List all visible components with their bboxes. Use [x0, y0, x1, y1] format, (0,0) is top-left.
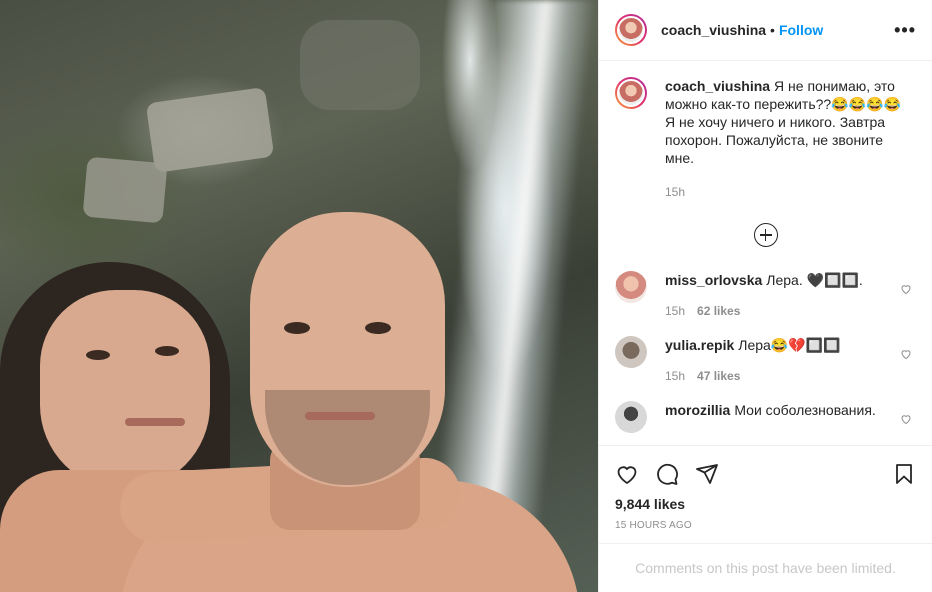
comment-text: Лера😂💔🔲🔲 — [738, 337, 841, 353]
comment-username[interactable]: morozillia — [665, 402, 730, 418]
comment-text: Мои соболезнования. — [734, 402, 876, 418]
caption: coach_viushina Я не понимаю, это можно ка… — [615, 77, 916, 201]
like-comment-icon[interactable] — [900, 413, 912, 425]
comment-time[interactable]: 15h — [665, 369, 685, 383]
more-options-icon[interactable]: ••• — [894, 20, 916, 41]
share-icon[interactable] — [695, 462, 719, 486]
post-photo[interactable] — [0, 0, 598, 592]
rock — [82, 156, 168, 224]
comment: miss_orlovska Лера. 🖤🔲🔲. 15h 62 likes — [615, 271, 916, 320]
separator-dot: • — [770, 22, 775, 38]
load-more — [615, 223, 916, 247]
like-comment-icon[interactable] — [900, 348, 912, 360]
comment-text: Лера. 🖤🔲🔲. — [766, 272, 863, 288]
comment-meta: 15h 62 likes — [665, 302, 895, 320]
caption-username[interactable]: coach_viushina — [665, 78, 770, 94]
load-more-comments-icon[interactable] — [753, 223, 778, 247]
comment-likes[interactable]: 62 likes — [697, 304, 740, 318]
avatar[interactable] — [615, 77, 647, 109]
eye — [365, 322, 391, 334]
eye — [86, 350, 110, 360]
caption-meta: 15h — [665, 183, 905, 201]
likes-count[interactable]: 9,844 likes — [615, 496, 916, 512]
comment-meta: 15h 47 likes — [665, 367, 895, 385]
like-comment-icon[interactable] — [900, 283, 912, 295]
comment-username[interactable]: miss_orlovska — [665, 272, 762, 288]
eye — [155, 346, 179, 356]
avatar[interactable] — [615, 401, 647, 433]
caption-time[interactable]: 15h — [665, 185, 685, 199]
mouth — [125, 418, 185, 426]
comment-time[interactable]: 15h — [665, 304, 685, 318]
rock — [145, 86, 275, 174]
avatar[interactable] — [615, 336, 647, 368]
post-panel: coach_viushina • Follow ••• coach_viushi… — [598, 0, 932, 592]
comments-limited-notice: Comments on this post have been limited. — [599, 543, 932, 592]
follow-button[interactable]: Follow — [779, 22, 823, 38]
comments-scroll-area[interactable]: coach_viushina Я не понимаю, это можно ка… — [599, 61, 932, 445]
post-actions: 9,844 likes 15 HOURS AGO — [599, 445, 932, 531]
bookmark-icon[interactable] — [892, 462, 916, 486]
mouth — [305, 412, 375, 420]
comment: yulia.repik Лера😂💔🔲🔲 15h 47 likes — [615, 336, 916, 385]
heart-icon[interactable] — [615, 462, 639, 486]
rock — [300, 20, 420, 110]
comment-icon[interactable] — [655, 462, 679, 486]
avatar[interactable] — [615, 271, 647, 303]
action-icons — [615, 446, 916, 502]
header-username[interactable]: coach_viushina — [661, 22, 766, 38]
comment: morozillia Мои соболезнования. — [615, 401, 916, 433]
comment-username[interactable]: yulia.repik — [665, 337, 734, 353]
woman-face — [40, 290, 210, 490]
post-timestamp[interactable]: 15 HOURS AGO — [615, 520, 916, 531]
post-header: coach_viushina • Follow ••• — [599, 0, 932, 61]
avatar[interactable] — [615, 14, 647, 46]
comment-likes[interactable]: 47 likes — [697, 369, 740, 383]
eye — [284, 322, 310, 334]
